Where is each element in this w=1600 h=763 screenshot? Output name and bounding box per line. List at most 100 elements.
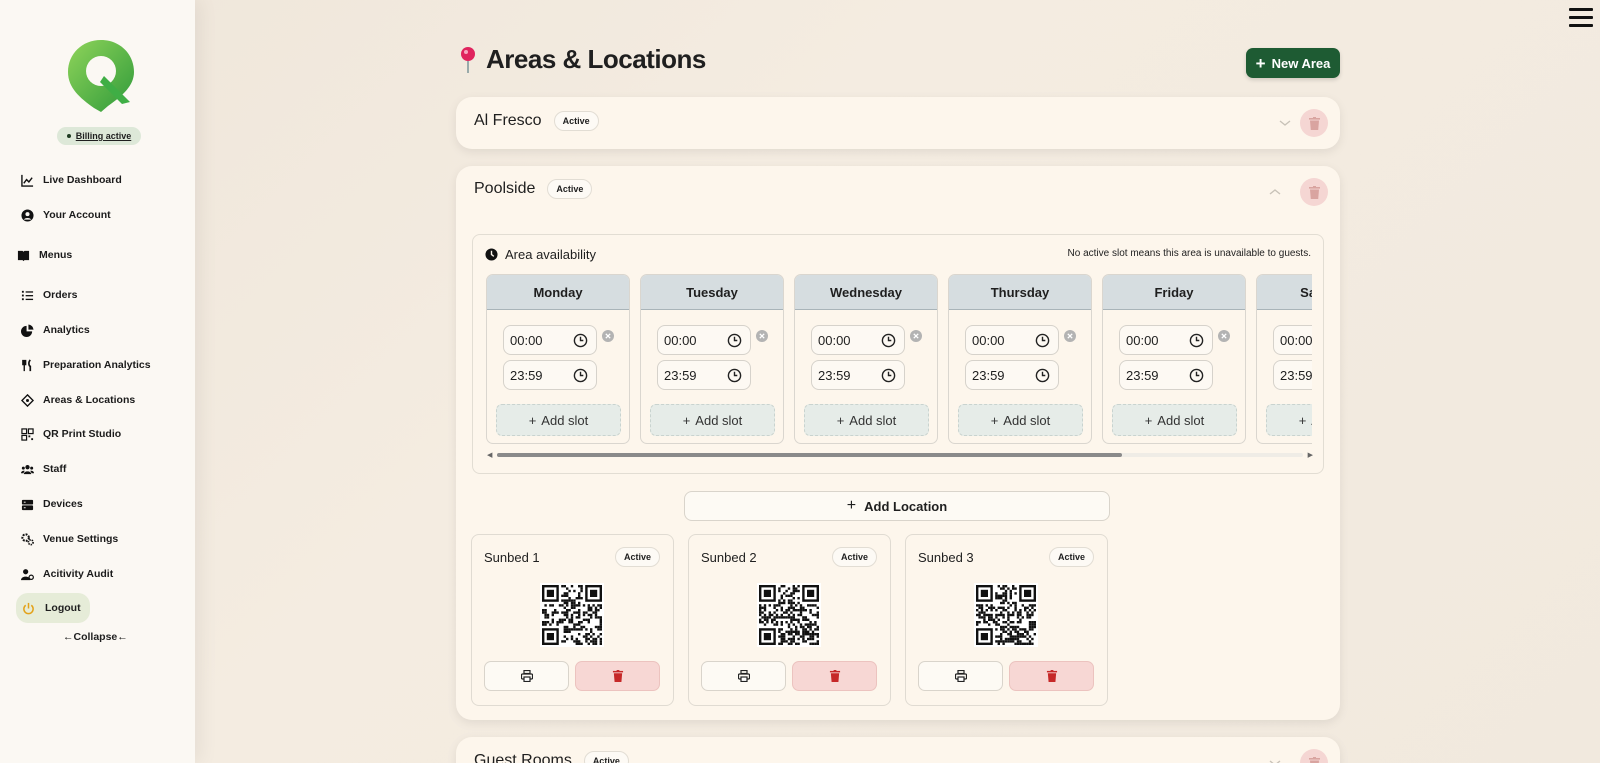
area-header[interactable]: Al Fresco Active [474, 111, 599, 131]
status-badge: Active [547, 179, 593, 199]
sidebar-item-devices[interactable]: Devices [20, 495, 83, 513]
day-name: Thursday [949, 275, 1091, 310]
sidebar-item-areas-locations[interactable]: Areas & Locations [20, 391, 135, 409]
remove-slot-icon[interactable] [1064, 330, 1076, 342]
slot-end-time-input[interactable]: 23:59 [1119, 360, 1213, 390]
delete-area-button[interactable] [1300, 178, 1328, 206]
chevron-down-icon[interactable] [1268, 758, 1282, 763]
slot-start-time-input[interactable]: 00:00 [657, 325, 751, 355]
add-slot-label: Add slot [1157, 412, 1205, 428]
slot-end-time-input[interactable]: 23:59 [1273, 360, 1312, 390]
area-card: Al Fresco Active [456, 97, 1340, 149]
sidebar-item-qr-print-studio[interactable]: QR Print Studio [20, 425, 121, 443]
sidebar-item-orders[interactable]: Orders [20, 286, 77, 304]
remove-slot-icon[interactable] [1218, 330, 1230, 342]
collapse-button[interactable]: ←Collapse← [63, 631, 128, 643]
delete-location-button[interactable] [1009, 661, 1094, 691]
slot-end-time-input[interactable]: 23:59 [965, 360, 1059, 390]
horizontal-scrollbar[interactable]: ◀ ▶ [487, 451, 1313, 459]
sidebar-item-label: Orders [43, 289, 78, 301]
qr-code-image [974, 583, 1038, 647]
user-circle-icon [20, 208, 34, 222]
location-card: Sunbed 1 Active [471, 534, 674, 706]
sidebar-item-label: Devices [43, 498, 83, 510]
sidebar-item-label: Analytics [43, 324, 90, 336]
sidebar-item-activity-audit[interactable]: Acitivity Audit [20, 565, 113, 583]
print-qr-button[interactable] [701, 661, 786, 691]
sidebar-item-venue-settings[interactable]: Venue Settings [20, 530, 118, 548]
delete-location-button[interactable] [575, 661, 660, 691]
logout-button[interactable]: Logout [16, 593, 90, 623]
billing-label: Billing active [75, 131, 132, 141]
pushpin-icon [461, 46, 475, 73]
print-qr-button[interactable] [918, 661, 1003, 691]
time-value: 00:00 [1280, 332, 1312, 348]
time-value: 00:00 [972, 332, 1005, 348]
remove-slot-icon[interactable] [910, 330, 922, 342]
slot-end-time-input[interactable]: 23:59 [657, 360, 751, 390]
qr-code-icon [20, 427, 34, 441]
day-name: Wednesday [795, 275, 937, 310]
chevron-down-icon[interactable] [1278, 118, 1292, 128]
delete-area-button[interactable] [1300, 109, 1328, 137]
availability-note: No active slot means this area is unavai… [1067, 248, 1311, 259]
area-name: Poolside [474, 180, 536, 197]
new-area-button[interactable]: + New Area [1246, 48, 1340, 78]
add-slot-label: Add slot [1003, 412, 1051, 428]
area-header[interactable]: Poolside Active [474, 179, 593, 199]
devices-icon [20, 497, 34, 511]
slot-end-time-input[interactable]: 23:59 [811, 360, 905, 390]
slot-start-time-input[interactable]: 00:00 [1119, 325, 1213, 355]
add-slot-label: Add slot [541, 412, 589, 428]
print-qr-button[interactable] [484, 661, 569, 691]
clock-icon [1189, 368, 1204, 382]
add-slot-button[interactable]: +Add slot [958, 404, 1083, 436]
clock-icon [573, 333, 588, 347]
clock-icon [1035, 333, 1050, 347]
delete-location-button[interactable] [792, 661, 877, 691]
add-slot-button[interactable]: +Add slot [1112, 404, 1237, 436]
scroll-left-icon[interactable]: ◀ [487, 451, 492, 459]
remove-slot-icon[interactable] [602, 330, 614, 342]
plus-icon: + [1144, 412, 1153, 428]
slot-start-time-input[interactable]: 00:00 [1273, 325, 1312, 355]
time-value: 00:00 [510, 332, 543, 348]
area-header[interactable]: Guest Rooms Active [474, 751, 629, 763]
hamburger-menu-icon[interactable] [1569, 8, 1593, 30]
add-slot-button[interactable]: +Add slot [804, 404, 929, 436]
sidebar-item-your-account[interactable]: Your Account [20, 206, 111, 224]
sidebar-item-label: Areas & Locations [43, 394, 136, 406]
trash-icon [1308, 756, 1320, 763]
status-badge: Active [1048, 547, 1094, 567]
billing-status-badge[interactable]: Billing active [57, 127, 141, 145]
scroll-right-icon[interactable]: ▶ [1308, 451, 1313, 459]
page-title-text: Areas & Locations [486, 44, 706, 74]
clock-icon [727, 368, 742, 382]
scrollbar-thumb[interactable] [497, 453, 1122, 457]
slot-start-time-input[interactable]: 00:00 [965, 325, 1059, 355]
time-value: 00:00 [818, 332, 851, 348]
add-slot-button[interactable]: +Add slot [1266, 404, 1312, 436]
plus-icon: + [836, 412, 845, 428]
slot-end-time-input[interactable]: 23:59 [503, 360, 597, 390]
add-slot-button[interactable]: +Add slot [496, 404, 621, 436]
remove-slot-icon[interactable] [756, 330, 768, 342]
status-badge: Active [831, 547, 877, 567]
slot-start-time-input[interactable]: 00:00 [811, 325, 905, 355]
sidebar-item-menus[interactable]: Menus [16, 246, 72, 264]
availability-title-text: Area availability [505, 247, 597, 262]
add-slot-label: Add slot [695, 412, 743, 428]
delete-area-button[interactable] [1300, 749, 1328, 763]
chart-line-icon [20, 173, 34, 187]
time-value: 23:59 [818, 367, 851, 383]
slot-start-time-input[interactable]: 00:00 [503, 325, 597, 355]
sidebar-item-analytics[interactable]: Analytics [20, 321, 90, 339]
chevron-up-icon[interactable] [1268, 187, 1282, 197]
sidebar-item-live-dashboard[interactable]: Live Dashboard [20, 171, 122, 189]
sidebar-item-label: Venue Settings [43, 533, 119, 545]
sidebar-item-preparation-analytics[interactable]: Preparation Analytics [20, 356, 151, 374]
plus-icon: + [846, 497, 857, 514]
sidebar-item-staff[interactable]: Staff [20, 460, 66, 478]
add-location-button[interactable]: + Add Location [684, 491, 1110, 521]
add-slot-button[interactable]: +Add slot [650, 404, 775, 436]
